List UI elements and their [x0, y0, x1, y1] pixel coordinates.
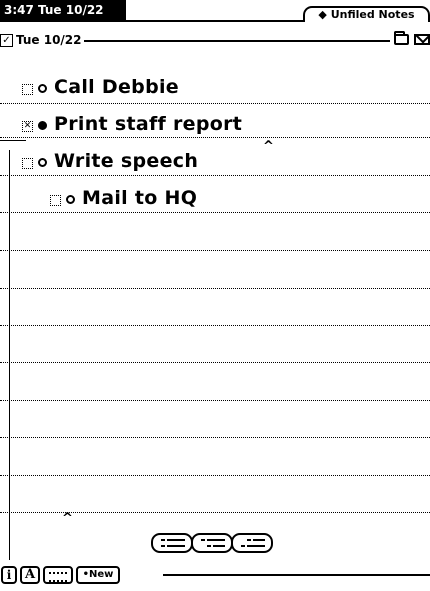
ruled-line	[0, 400, 430, 401]
styles-button[interactable]: A	[20, 566, 40, 584]
outline-collapse-button[interactable]	[151, 533, 193, 553]
item-checkbox[interactable]	[22, 158, 33, 169]
ruled-line	[0, 437, 430, 438]
folder-tab[interactable]: ◆ Unfiled Notes	[303, 6, 430, 22]
ruled-line	[0, 288, 430, 289]
new-button[interactable]: •New	[76, 566, 120, 584]
ruled-line	[0, 362, 430, 363]
envelope-icon[interactable]	[414, 34, 430, 45]
toolbar-divider	[163, 574, 430, 576]
insertion-caret: ^	[62, 511, 73, 526]
outline-bullet[interactable]	[66, 195, 75, 204]
outline-bullet[interactable]	[38, 121, 47, 130]
keyboard-icon	[49, 572, 67, 582]
item-checkbox[interactable]	[22, 84, 33, 95]
ruled-line	[0, 103, 430, 104]
ruled-line	[0, 137, 430, 138]
status-bar: 3:47 Tue 10/22 ◆ Unfiled Notes	[0, 0, 430, 22]
note-divider	[84, 40, 390, 42]
keyboard-button[interactable]	[43, 566, 73, 584]
outline-bullet[interactable]	[38, 84, 47, 93]
item-text[interactable]: Mail to HQ	[82, 187, 197, 209]
outline-controls	[151, 533, 273, 553]
ruled-line	[0, 475, 430, 476]
bottom-toolbar: i A •New	[0, 564, 430, 591]
item-text[interactable]: Write speech	[54, 150, 198, 172]
outline-indent-button[interactable]	[191, 533, 233, 553]
note-date: Tue 10/22	[16, 33, 82, 47]
outline-outdent-button[interactable]	[231, 533, 273, 553]
ruled-line	[0, 325, 430, 326]
item-checkbox[interactable]: ✕	[22, 121, 33, 132]
ruled-line	[0, 250, 430, 251]
note-header: ✓ Tue 10/22	[0, 30, 430, 54]
item-text[interactable]: Call Debbie	[54, 76, 179, 98]
info-button[interactable]: i	[1, 566, 17, 584]
item-text[interactable]: Print staff report	[54, 113, 242, 135]
margin-line	[9, 150, 10, 560]
outline-bullet[interactable]	[38, 158, 47, 167]
selection-pointer	[0, 140, 26, 141]
folder-icon[interactable]	[394, 31, 409, 45]
clock-label[interactable]: 3:47 Tue 10/22	[0, 0, 126, 20]
date-checkbox[interactable]: ✓	[0, 34, 13, 47]
ruled-line	[0, 175, 430, 176]
item-checkbox[interactable]	[50, 195, 61, 206]
ruled-line	[0, 212, 430, 213]
insertion-caret: ^	[263, 139, 274, 154]
